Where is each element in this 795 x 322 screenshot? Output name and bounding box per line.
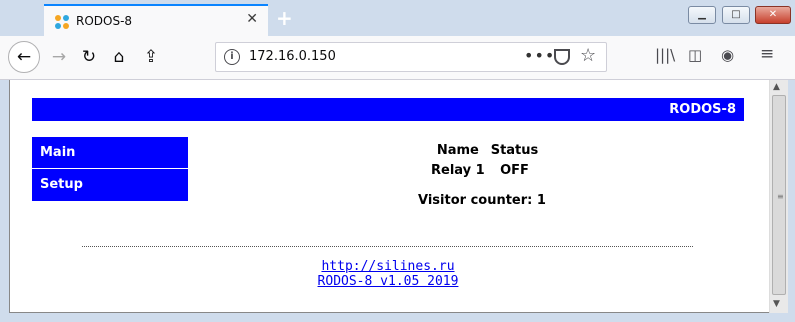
forward-icon[interactable]: → (44, 42, 74, 72)
scroll-grip-icon: ≡ (777, 192, 784, 201)
library-icon[interactable]: |||\ (655, 46, 675, 64)
column-header-name: Name (436, 142, 479, 158)
account-icon[interactable]: ◉ (721, 46, 734, 64)
browser-tab[interactable]: RODOS-8 ✕ (44, 4, 268, 36)
bookmarks-upload-icon[interactable]: ⇪ (136, 42, 166, 72)
back-icon[interactable]: ← (8, 41, 40, 73)
site-info-icon[interactable]: i (224, 49, 240, 65)
reload-icon[interactable]: ↻ (74, 42, 104, 72)
footer-link-version[interactable]: RODOS-8 v1.05 2019 (10, 274, 766, 289)
hamburger-menu-icon[interactable]: ≡ (760, 44, 774, 64)
scroll-up-arrow-icon[interactable]: ▲ (773, 82, 780, 92)
rodos-favicon-icon (55, 15, 69, 29)
menu-item-main[interactable]: Main (32, 137, 188, 169)
footer: http://silines.ru RODOS-8 v1.05 2019 (10, 259, 766, 289)
close-tab-icon[interactable]: ✕ (246, 11, 258, 27)
footer-link-site[interactable]: http://silines.ru (10, 259, 766, 274)
page-header: RODOS-8 (32, 98, 744, 121)
table-row: Relay 1 OFF (428, 160, 541, 180)
home-icon[interactable]: ⌂ (104, 42, 134, 72)
scroll-down-arrow-icon[interactable]: ▼ (773, 299, 780, 309)
vertical-scrollbar[interactable]: ▲ ≡ ▼ (769, 80, 788, 313)
address-bar[interactable]: i 172.16.0.150 ••• ☆ (215, 42, 607, 72)
menu-item-setup[interactable]: Setup (32, 169, 188, 201)
new-tab-icon[interactable]: + (276, 6, 293, 30)
navigation-toolbar: ← → ↻ ⌂ ⇪ i 172.16.0.150 ••• ☆ |||\ ◫ ◉ … (0, 36, 795, 80)
maximize-button[interactable]: □ (722, 6, 750, 24)
visitor-counter: Visitor counter: 1 (418, 193, 546, 208)
relay-status-cell: OFF (500, 162, 529, 178)
side-menu: Main Setup (32, 137, 188, 201)
page-actions-icon[interactable]: ••• (524, 46, 555, 65)
relay-name-cell: Relay 1 (431, 162, 485, 178)
table-header-row: Name Status (428, 140, 541, 160)
bookmark-star-icon[interactable]: ☆ (580, 45, 596, 66)
url-text[interactable]: 172.16.0.150 (249, 49, 336, 64)
page-viewport: RODOS-8 Main Setup Name Status Relay 1 O… (9, 80, 769, 313)
footer-divider (82, 246, 693, 247)
scrollbar-thumb[interactable]: ≡ (772, 95, 786, 295)
close-window-button[interactable]: ✕ (755, 6, 791, 24)
title-bar: RODOS-8 ✕ + ▁ □ ✕ (0, 0, 795, 36)
column-header-status: Status (490, 142, 539, 158)
tab-title: RODOS-8 (76, 14, 133, 28)
minimize-button[interactable]: ▁ (688, 6, 716, 24)
sidebar-icon[interactable]: ◫ (688, 46, 702, 64)
pocket-icon[interactable] (554, 49, 570, 65)
relay-status-table: Name Status Relay 1 OFF (428, 140, 541, 180)
